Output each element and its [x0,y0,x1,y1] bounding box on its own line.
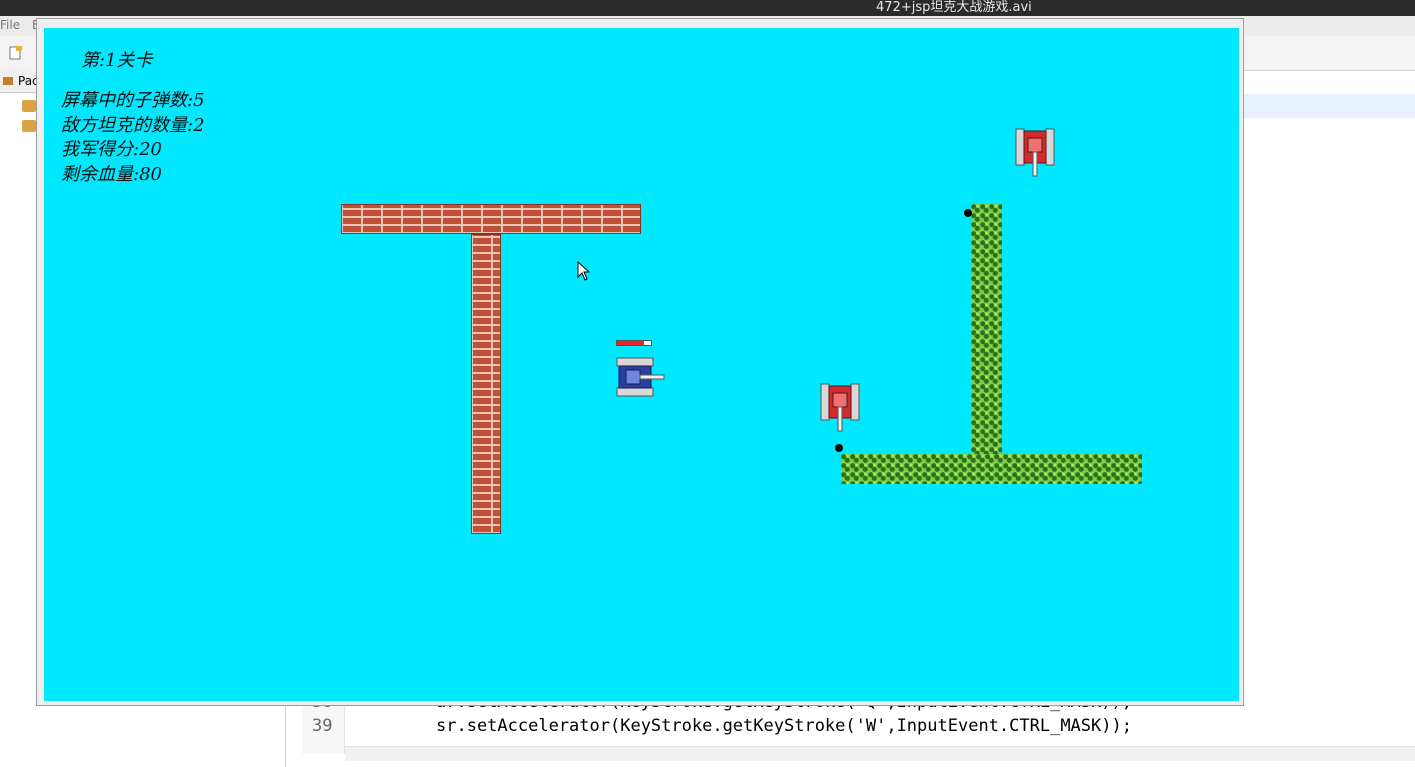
game-window: 第:1关卡 屏幕中的子弹数:5 敌方坦克的数量:2 我军得分:20 剩余血量:8… [36,18,1244,706]
package-icon [3,77,13,85]
enemy-tank [820,383,860,432]
level-label: 第:1关卡 [81,50,153,71]
score-label: 我军得分:20 [61,139,162,160]
editor-horizontal-scrollbar[interactable] [345,746,1415,761]
enemy-tank [1015,128,1055,177]
bullet [964,209,972,217]
player-tank [616,357,665,397]
project-folder-icon[interactable] [22,120,36,132]
video-player-titlebar: 472+jsp坦克大战游戏.avi [0,0,1415,16]
code-line[interactable]: sr.setAccelerator(KeyStroke.getKeyStroke… [436,716,1132,736]
player-hp-fill [617,341,645,345]
ide-menu-file[interactable]: File [0,18,20,32]
bullet [835,444,843,452]
project-folder-icon[interactable] [22,100,36,112]
enemy-count-label: 敌方坦克的数量:2 [61,115,205,136]
player-hp-bar [616,340,652,346]
line-number: 39 [312,716,333,736]
brick-wall-vertical [471,234,501,534]
mouse-cursor-icon [577,261,591,281]
hp-label: 剩余血量:80 [61,164,162,185]
new-file-icon[interactable] [8,45,24,61]
game-canvas[interactable]: 第:1关卡 屏幕中的子弹数:5 敌方坦克的数量:2 我军得分:20 剩余血量:8… [44,28,1239,701]
video-title: 472+jsp坦克大战游戏.avi [876,0,1032,15]
brick-wall-horizontal [341,204,641,234]
grass-wall-vertical [971,204,1002,454]
grass-wall-horizontal [841,454,1142,484]
bullet-count-label: 屏幕中的子弹数:5 [61,90,205,111]
